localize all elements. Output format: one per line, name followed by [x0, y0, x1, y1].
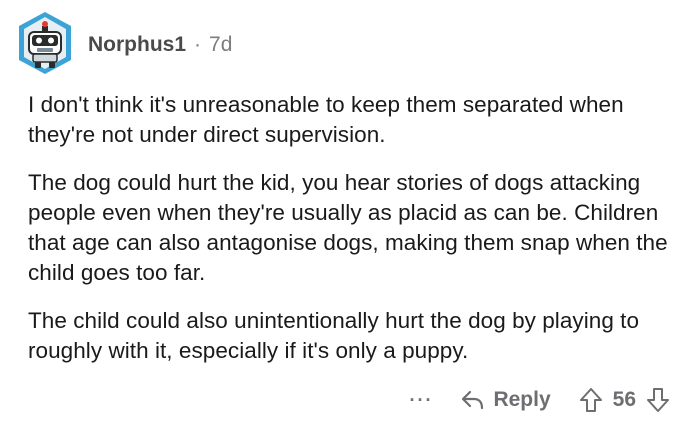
robot-avatar-icon — [19, 12, 71, 74]
downvote-arrow-icon[interactable] — [646, 387, 670, 413]
comment-age: 7d — [209, 33, 233, 56]
reply-label: Reply — [493, 388, 551, 411]
reply-arrow-icon — [461, 389, 485, 411]
comment-paragraph: The child could also unintentionally hur… — [28, 308, 640, 363]
upvote-arrow-icon[interactable] — [579, 387, 603, 413]
separator-dot: · — [194, 33, 202, 56]
comment-paragraph: The dog could hurt the kid, you hear sto… — [28, 170, 668, 285]
reply-button[interactable]: Reply — [461, 388, 551, 412]
comment-paragraph: I don't think it's unreasonable to keep … — [28, 92, 624, 147]
more-options-button[interactable]: ··· — [409, 391, 433, 409]
comment: Norphus1 · 7d I don't think it's unreaso… — [0, 0, 700, 426]
vote-controls: 56 — [579, 387, 670, 413]
comment-header: Norphus1 · 7d — [88, 30, 232, 60]
comment-actions: ··· Reply 56 — [409, 383, 670, 417]
vote-score: 56 — [612, 388, 636, 411]
avatar[interactable] — [15, 10, 75, 78]
username[interactable]: Norphus1 — [88, 30, 186, 60]
comment-body: I don't think it's unreasonable to keep … — [28, 90, 688, 384]
